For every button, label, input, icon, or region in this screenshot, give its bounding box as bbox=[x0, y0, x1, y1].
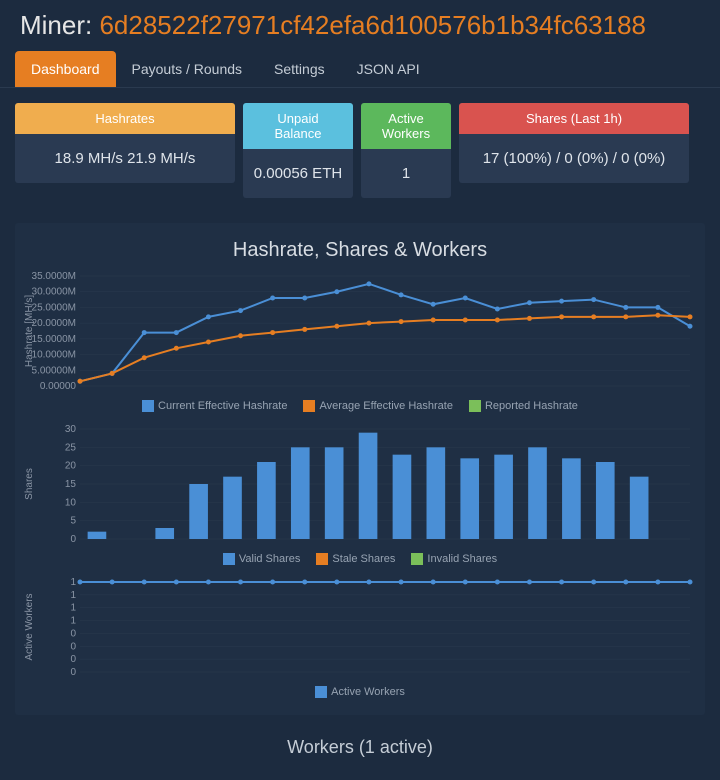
miner-title: Miner: 6d28522f27971cf42efa6d100576b1b34… bbox=[20, 10, 700, 41]
card-unpaid: Unpaid Balance 0.00056 ETH bbox=[243, 103, 353, 198]
card-unpaid-value: 0.00056 ETH bbox=[243, 149, 353, 198]
svg-text:5: 5 bbox=[70, 516, 76, 527]
svg-text:25.0000M: 25.0000M bbox=[32, 302, 76, 313]
card-workers-value: 1 bbox=[361, 149, 451, 198]
charts-title: Hashrate, Shares & Workers bbox=[20, 233, 700, 266]
chart-hashrate: 0.00000 5.00000M 10.0000M 15.0000M 20.0000M 2… bbox=[20, 266, 700, 419]
svg-text:15: 15 bbox=[65, 479, 77, 490]
svg-text:1: 1 bbox=[70, 603, 76, 614]
card-workers: Active Workers 1 bbox=[361, 103, 451, 198]
svg-text:30.0000M: 30.0000M bbox=[32, 287, 76, 298]
card-hashrates: Hashrates 18.9 MH/s 21.9 MH/s bbox=[15, 103, 235, 183]
svg-text:0: 0 bbox=[70, 628, 76, 639]
svg-text:5.00000M: 5.00000M bbox=[32, 365, 76, 376]
card-shares-value: 17 (100%) / 0 (0%) / 0 (0%) bbox=[459, 134, 689, 183]
workers-section-title: Workers (1 active) bbox=[0, 725, 720, 770]
tab-json-api[interactable]: JSON API bbox=[341, 51, 436, 87]
svg-text:1: 1 bbox=[70, 590, 76, 601]
stat-cards: Hashrates 18.9 MH/s 21.9 MH/s Unpaid Bal… bbox=[0, 88, 720, 213]
card-shares-title: Shares (Last 1h) bbox=[459, 103, 689, 134]
miner-address: 6d28522f27971cf42efa6d100576b1b34fc63188 bbox=[99, 10, 646, 40]
card-hashrates-value: 18.9 MH/s 21.9 MH/s bbox=[15, 134, 235, 183]
legend-shares: Valid SharesStale SharesInvalid Shares bbox=[20, 549, 700, 572]
svg-text:0: 0 bbox=[70, 667, 76, 678]
svg-text:10.0000M: 10.0000M bbox=[32, 350, 76, 361]
tab-settings[interactable]: Settings bbox=[258, 51, 341, 87]
chart-shares: 0 5 10 15 20 25 30 Shares Valid SharesStale Sha… bbox=[20, 419, 700, 572]
svg-text:25: 25 bbox=[65, 442, 77, 453]
svg-text:0: 0 bbox=[70, 534, 76, 545]
svg-text:1: 1 bbox=[70, 616, 76, 627]
charts-panel: Hashrate, Shares & Workers 0.00000 5.0000… bbox=[15, 223, 705, 715]
card-unpaid-title: Unpaid Balance bbox=[243, 103, 353, 149]
svg-text:15.0000M: 15.0000M bbox=[32, 334, 76, 345]
chart-workers: 00001111Active Workers Active Workers bbox=[20, 572, 700, 705]
page-header: Miner: 6d28522f27971cf42efa6d100576b1b34… bbox=[0, 0, 720, 51]
card-shares: Shares (Last 1h) 17 (100%) / 0 (0%) / 0 … bbox=[459, 103, 689, 183]
card-hashrates-title: Hashrates bbox=[15, 103, 235, 134]
tab-dashboard[interactable]: Dashboard bbox=[15, 51, 116, 87]
svg-text:0: 0 bbox=[70, 641, 76, 652]
legend-workers: Active Workers bbox=[20, 682, 700, 705]
nav-tabs: Dashboard Payouts / Rounds Settings JSON… bbox=[0, 51, 720, 88]
svg-text:30: 30 bbox=[65, 424, 77, 435]
svg-text:Active Workers: Active Workers bbox=[24, 593, 35, 660]
svg-text:35.0000M: 35.0000M bbox=[32, 271, 76, 282]
svg-text:20: 20 bbox=[65, 461, 77, 472]
card-workers-title: Active Workers bbox=[361, 103, 451, 149]
svg-text:Hashrate [MH/s]: Hashrate [MH/s] bbox=[24, 295, 35, 367]
legend-hashrate: Current Effective HashrateAverage Effect… bbox=[20, 396, 700, 419]
svg-text:Shares: Shares bbox=[24, 468, 35, 500]
svg-text:20.0000M: 20.0000M bbox=[32, 318, 76, 329]
svg-text:10: 10 bbox=[65, 497, 77, 508]
svg-text:0: 0 bbox=[70, 654, 76, 665]
svg-text:1: 1 bbox=[70, 577, 76, 588]
miner-label: Miner: bbox=[20, 10, 99, 40]
svg-text:0.00000: 0.00000 bbox=[40, 381, 77, 392]
tab-payouts[interactable]: Payouts / Rounds bbox=[116, 51, 259, 87]
